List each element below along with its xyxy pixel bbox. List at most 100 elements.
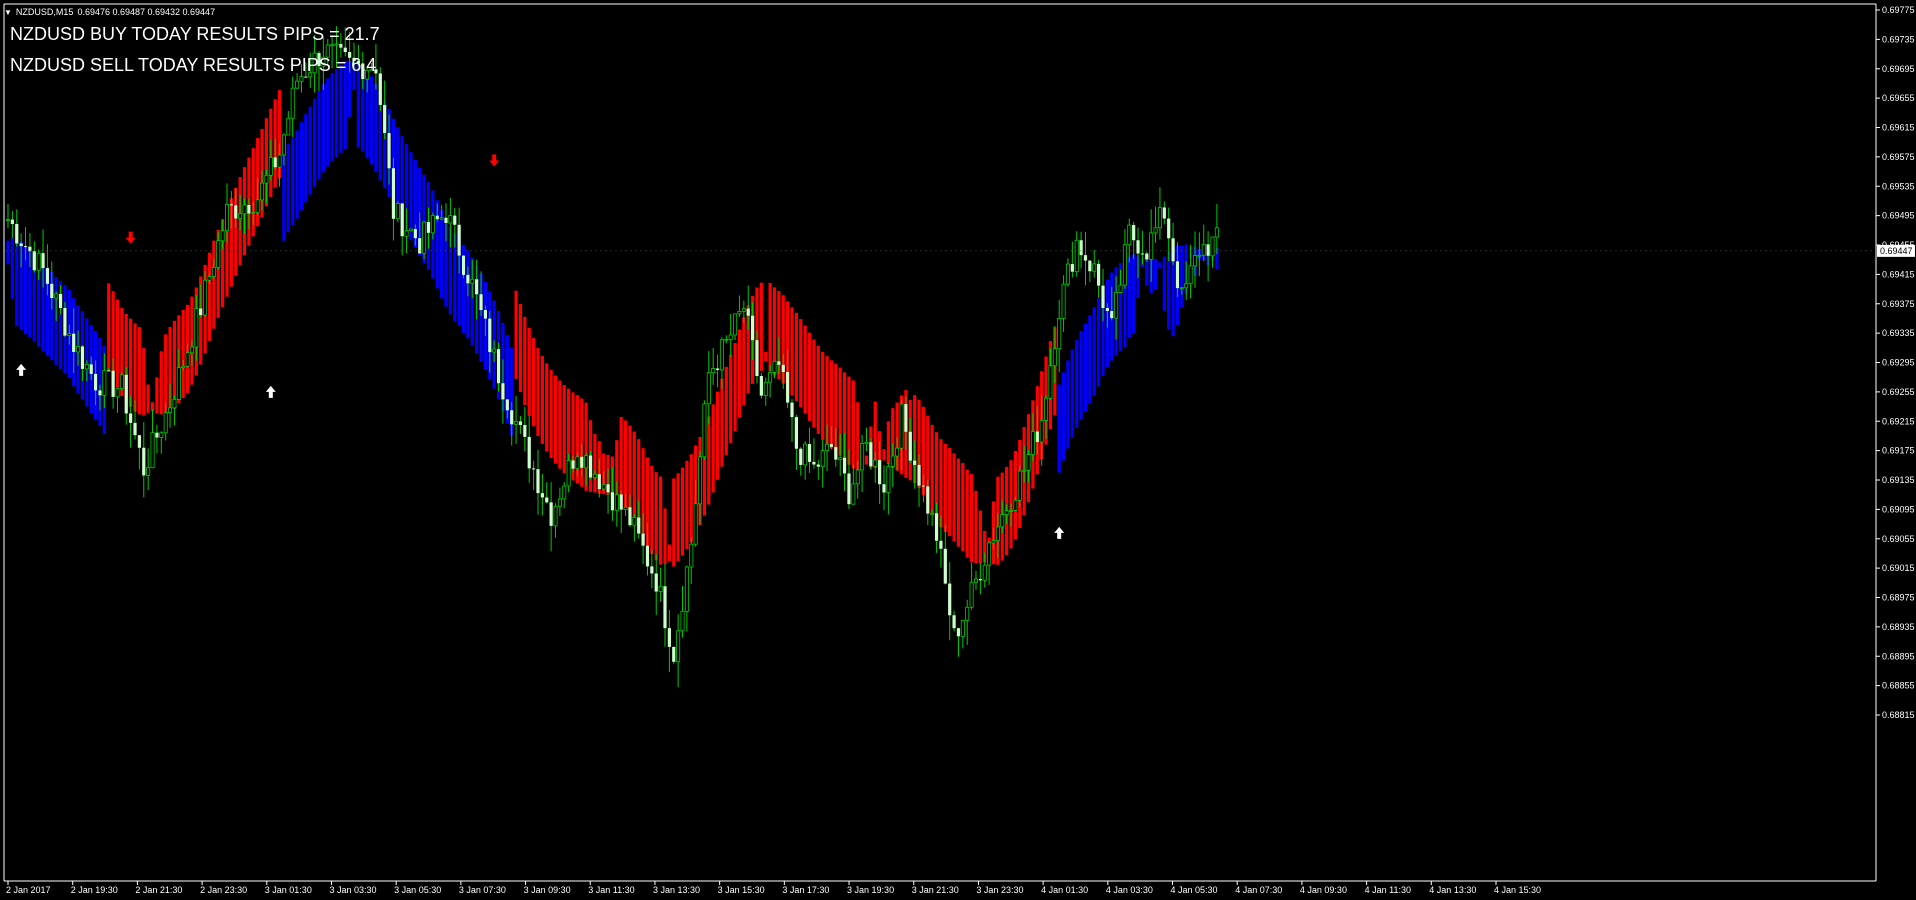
candle-body <box>98 390 102 396</box>
candle-body <box>540 493 544 498</box>
candle-body <box>724 338 729 341</box>
band-bar <box>1162 256 1166 311</box>
candle-body <box>667 628 671 647</box>
chart-header: ▼ NZDUSD,M15 0.69476 0.69487 0.69432 0.6… <box>4 5 215 19</box>
ohlc-values: 0.69476 0.69487 0.69432 0.69447 <box>77 7 216 17</box>
sell-results-label: NZDUSD SELL TODAY RESULTS PIPS = 6.4 <box>10 55 377 75</box>
band-bar <box>952 453 956 542</box>
candle-body <box>518 421 523 425</box>
price-axis-labels: 0.69775 0.69735 0.69695 0.69655 0.69615 0.695… <box>1876 5 1915 720</box>
candle-body <box>172 399 177 409</box>
time-tick-label: 3 Jan 19:30 <box>847 885 894 895</box>
candle-body <box>939 540 943 549</box>
candle-body <box>536 469 540 494</box>
band-bar <box>882 449 886 461</box>
candle-body <box>281 134 286 156</box>
candle-body <box>185 352 190 367</box>
candle-body <box>693 503 698 545</box>
band-bar <box>864 455 869 465</box>
band-bar <box>764 351 768 362</box>
band-bar <box>369 76 374 165</box>
candle-body <box>466 274 470 284</box>
price-tick-label: 0.68975 <box>1882 593 1915 603</box>
price-tick-label: 0.69255 <box>1882 387 1915 397</box>
price-tick-label: 0.69735 <box>1882 34 1915 44</box>
band-bar <box>680 467 685 556</box>
candle-body <box>781 364 785 372</box>
chart-window[interactable]: 0.69775 0.69735 0.69695 0.69655 0.69615 0.695… <box>0 0 1916 900</box>
candle-body <box>142 447 146 476</box>
candle-body <box>948 583 952 616</box>
candle-body <box>545 497 549 503</box>
band-bar <box>1158 262 1162 269</box>
candle-body <box>19 243 23 247</box>
candle-body <box>1022 469 1027 472</box>
time-tick-label: 3 Jan 11:30 <box>588 885 634 895</box>
candle-body <box>1184 283 1189 289</box>
candle-body <box>492 348 497 353</box>
candle-body <box>343 47 347 53</box>
band-bar <box>527 327 531 416</box>
price-tick-label: 0.69575 <box>1882 152 1915 162</box>
band-bar <box>654 472 658 561</box>
band-bar <box>733 342 737 432</box>
band-bar <box>1083 323 1088 412</box>
band-bar <box>532 338 536 427</box>
candle-body <box>1179 287 1184 290</box>
candle-body <box>772 360 777 373</box>
candle-body <box>1044 397 1049 421</box>
candle-body <box>1097 263 1101 286</box>
price-chart[interactable]: 0.69775 0.69735 0.69695 0.69655 0.69615 0.695… <box>0 0 1916 900</box>
candle-body <box>304 76 308 78</box>
price-tick-label: 0.68935 <box>1882 622 1915 632</box>
band-bar <box>1079 331 1083 420</box>
time-tick-label: 4 Jan 15:30 <box>1494 885 1541 895</box>
band-bar <box>816 345 820 434</box>
candle-body <box>277 154 282 168</box>
candle-body <box>510 410 514 425</box>
band-bar <box>1127 256 1131 339</box>
price-tick-label: 0.69135 <box>1882 475 1915 485</box>
candle-body <box>973 578 978 583</box>
candle-body <box>1197 254 1202 257</box>
band-bar <box>330 73 334 162</box>
candle-body <box>111 370 115 397</box>
candle-body <box>882 484 886 493</box>
band-bar <box>317 91 321 180</box>
band-bar <box>812 339 816 428</box>
band-bar <box>943 443 947 532</box>
candle-body <box>995 526 1000 541</box>
candle-body <box>549 502 553 526</box>
candle-body <box>1052 348 1057 367</box>
price-tick-label: 0.69655 <box>1882 93 1915 103</box>
band-bar <box>632 431 636 520</box>
band-bar <box>291 137 295 226</box>
candle-body <box>842 457 847 474</box>
candle-body <box>623 506 628 510</box>
triangle-down-icon[interactable]: ▼ <box>4 8 12 17</box>
candle-body <box>597 474 601 490</box>
candle-body <box>921 485 926 487</box>
candle-body <box>211 267 216 277</box>
band-bar <box>593 433 597 493</box>
candle-body <box>1175 261 1180 289</box>
candle-body <box>1127 224 1132 246</box>
candle-body <box>1017 470 1022 501</box>
candle-body <box>1092 263 1097 272</box>
candle-body <box>483 310 488 319</box>
candle-body <box>899 403 904 449</box>
candle-body <box>181 365 186 368</box>
candle-body <box>1061 283 1066 319</box>
band-bar <box>799 319 803 408</box>
time-tick-label: 3 Jan 05:30 <box>394 885 441 895</box>
candle-body <box>926 486 930 514</box>
candle-body <box>641 533 645 546</box>
candle-body <box>54 293 59 299</box>
band-bar <box>545 363 549 452</box>
time-tick-label: 3 Jan 03:30 <box>329 885 376 895</box>
band-bar <box>956 458 961 547</box>
candle-body <box>737 310 742 315</box>
candle-body <box>965 606 970 621</box>
band-bar <box>137 327 141 415</box>
candle-body <box>234 205 238 219</box>
